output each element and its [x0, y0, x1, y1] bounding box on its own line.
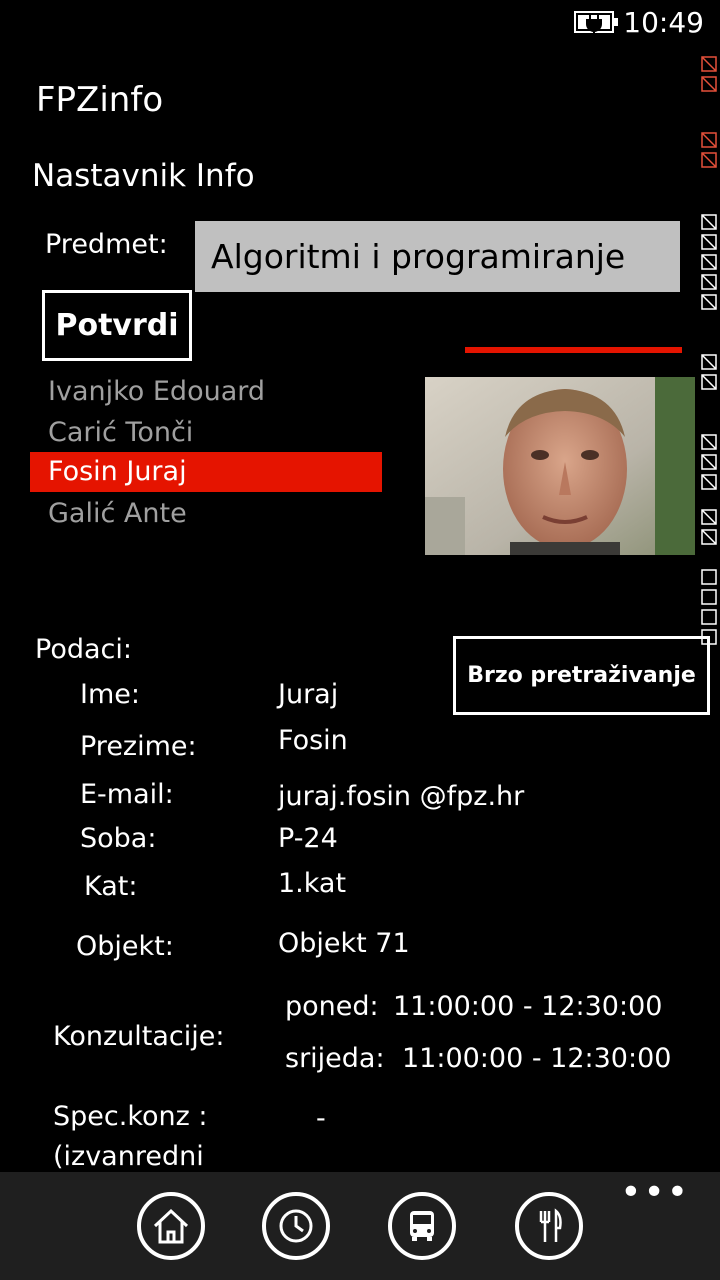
quick-search-button[interactable]: Brzo pretraživanje — [453, 636, 710, 715]
konz-day-1: poned: — [285, 991, 379, 1022]
list-item-selected[interactable]: Fosin Juraj — [30, 452, 382, 492]
list-item[interactable]: Carić Tonči — [30, 413, 382, 453]
restaurant-icon — [539, 1208, 562, 1242]
konz-day-2: srijeda: — [285, 1043, 385, 1074]
spec-konz-value: - — [316, 1103, 326, 1134]
subject-label: Predmet: — [45, 229, 168, 260]
page-title: Nastavnik Info — [32, 158, 255, 194]
battery-charging-icon — [574, 11, 618, 34]
app-title: FPZinfo — [36, 80, 164, 120]
konz-time-2: 11:00:00 - 12:30:00 — [402, 1043, 672, 1074]
transport-button[interactable] — [388, 1192, 456, 1260]
confirm-button[interactable]: Potvrdi — [42, 290, 192, 361]
kat-label: Kat: — [84, 871, 138, 902]
email-label: E-mail: — [80, 779, 174, 810]
ime-value: Juraj — [278, 679, 339, 710]
prezime-value: Fosin — [278, 725, 348, 756]
bus-icon — [410, 1211, 434, 1241]
schedule-button[interactable] — [262, 1192, 330, 1260]
home-icon — [153, 1208, 189, 1244]
ime-label: Ime: — [80, 679, 140, 710]
list-item[interactable]: Galić Ante — [30, 494, 382, 534]
spec-konz-label-2: (izvanredni — [53, 1141, 204, 1172]
more-options-button[interactable]: ••• — [620, 1175, 690, 1211]
accent-divider — [465, 347, 682, 353]
app-bar — [0, 1172, 720, 1280]
soba-value: P-24 — [278, 823, 338, 854]
teacher-photo — [425, 377, 695, 555]
home-button[interactable] — [137, 1192, 205, 1260]
spec-konz-label: Spec.konz : — [53, 1101, 208, 1132]
list-item[interactable]: Ivanjko Edouard — [30, 372, 382, 412]
objekt-value: Objekt 71 — [278, 928, 410, 959]
soba-label: Soba: — [80, 823, 157, 854]
konzultacije-label: Konzultacije: — [53, 1021, 225, 1052]
restaurant-button[interactable] — [515, 1192, 583, 1260]
konz-time-1: 11:00:00 - 12:30:00 — [393, 991, 663, 1022]
details-heading: Podaci: — [35, 634, 132, 665]
subject-input[interactable]: Algoritmi i programiranje — [195, 221, 680, 292]
prezime-label: Prezime: — [80, 731, 197, 762]
status-time: 10:49 — [623, 6, 704, 39]
clock-icon — [279, 1209, 313, 1243]
objekt-label: Objekt: — [76, 931, 174, 962]
side-indicator-icons — [701, 56, 717, 645]
email-value: juraj.fosin @fpz.hr — [278, 781, 525, 812]
kat-value: 1.kat — [278, 868, 347, 899]
